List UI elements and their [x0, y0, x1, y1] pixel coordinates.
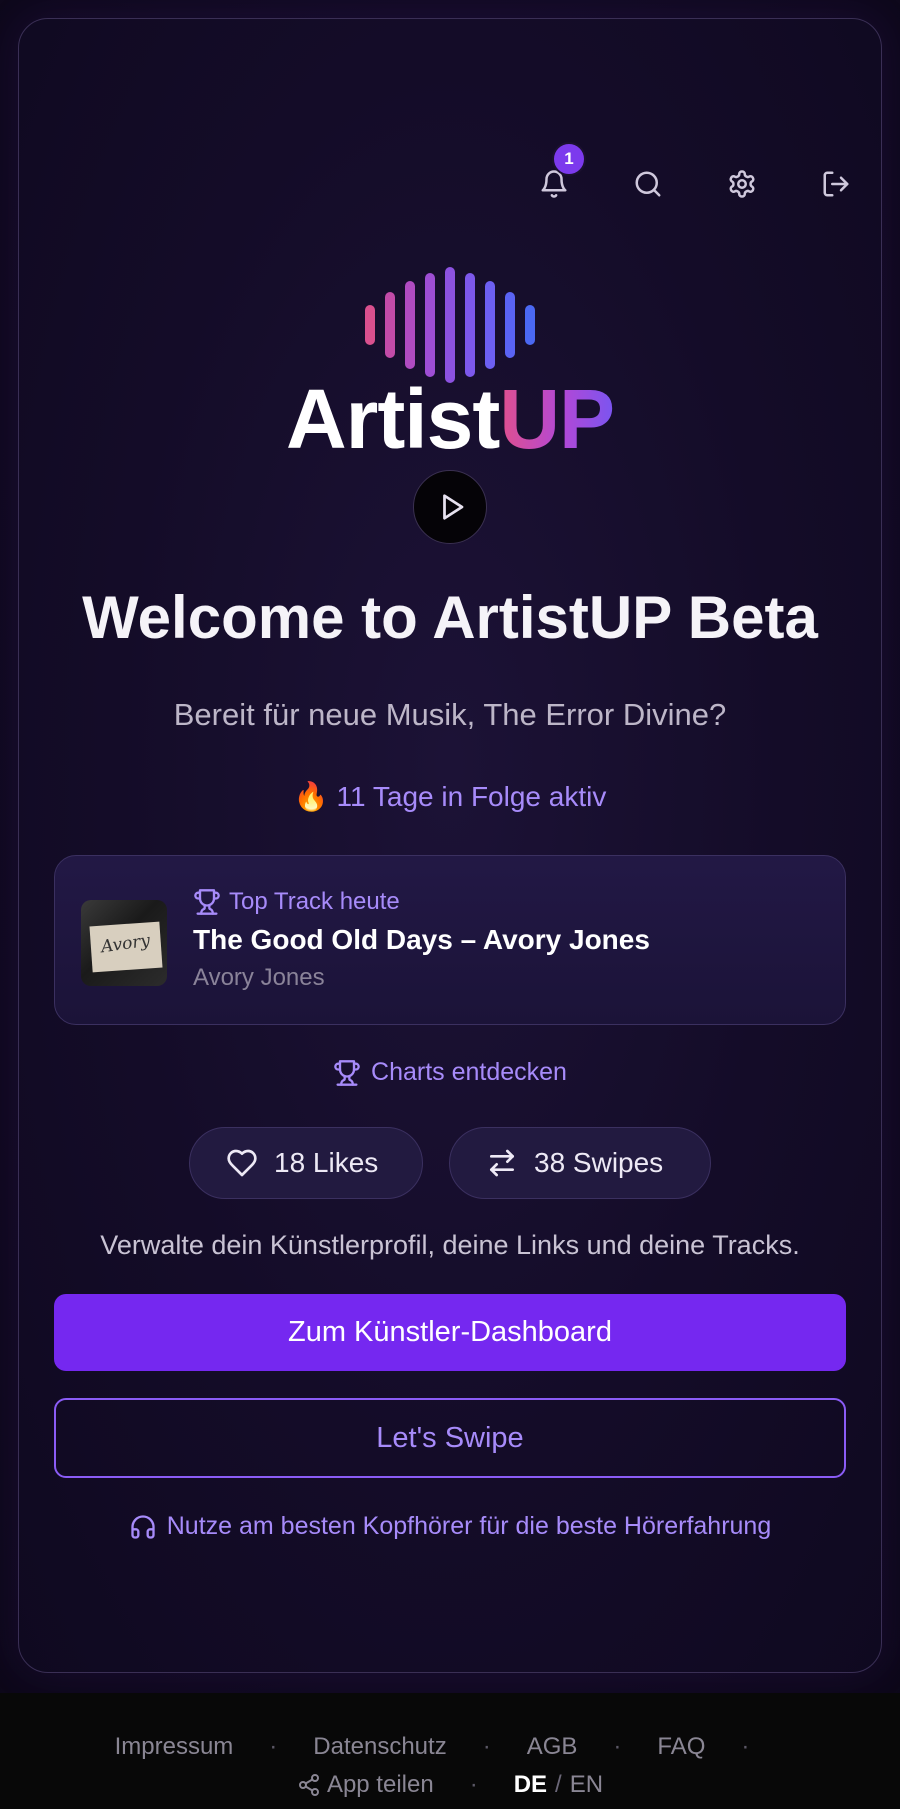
search-button[interactable]: [624, 160, 672, 208]
search-icon: [635, 171, 661, 197]
soundwave-bar: [485, 281, 495, 369]
headphones-hint: Nutze am besten Kopfhörer für die beste …: [0, 1512, 900, 1541]
trophy-icon: [194, 889, 220, 915]
logo-text-artist: Artist: [285, 372, 500, 466]
track-meta: Top Track heute The Good Old Days – Avor…: [193, 888, 650, 992]
arrows-swap-icon: [490, 1149, 514, 1177]
track-artist: Avory Jones: [193, 964, 325, 991]
footer-separator: ·: [469, 1771, 478, 1798]
soundwave-bar: [405, 281, 415, 369]
likes-label: 18 Likes: [274, 1147, 379, 1178]
soundwave-bar: [525, 305, 535, 345]
top-track-label-text: Top Track heute: [229, 888, 400, 915]
swipes-stat-button[interactable]: 38 Swipes: [449, 1127, 711, 1199]
footer-secondary: App teilen · DE / EN: [0, 1771, 900, 1799]
lets-swipe-button[interactable]: Let's Swipe: [54, 1398, 846, 1478]
trophy-icon: [334, 1059, 360, 1086]
manage-profile-text: Verwalte dein Künstlerprofil, deine Link…: [100, 1230, 800, 1260]
share-icon: [298, 1774, 319, 1796]
footer-separator: ·: [269, 1733, 278, 1760]
swipes-label: 38 Swipes: [534, 1147, 664, 1178]
headphones-hint-text: Nutze am besten Kopfhörer für die beste …: [166, 1512, 772, 1540]
settings-button[interactable]: [718, 160, 766, 208]
footer-separator: ·: [482, 1733, 491, 1760]
soundwave-bar: [465, 273, 475, 377]
footer-link-impressum[interactable]: Impressum: [115, 1733, 234, 1761]
top-track-label: Top Track heute: [193, 888, 650, 916]
soundwave-logo-mark: [0, 265, 900, 385]
play-icon: [443, 494, 464, 520]
soundwave-bar: [425, 273, 435, 377]
stats-row: 18 Likes 38 Swipes: [0, 1127, 900, 1199]
likes-stat-button[interactable]: 18 Likes: [189, 1127, 423, 1199]
footer-link-agb[interactable]: AGB: [527, 1733, 578, 1761]
gear-icon: [729, 170, 755, 198]
logo-text-up: UP: [499, 372, 615, 466]
welcome-subtitle: Bereit für neue Musik, The Error Divine?: [173, 697, 727, 732]
footer-link-faq[interactable]: FAQ: [657, 1733, 705, 1761]
logout-button[interactable]: [812, 160, 860, 208]
footer-links: Impressum · Datenschutz · AGB · FAQ ·: [0, 1733, 900, 1761]
logo-wordmark: ArtistUP: [0, 377, 900, 461]
soundwave-bar: [445, 267, 455, 383]
charts-link-label: Charts entdecken: [371, 1058, 567, 1086]
play-intro-button[interactable]: [413, 470, 487, 544]
language-divider: /: [555, 1771, 562, 1798]
activity-streak: 🔥 11 Tage in Folge aktiv: [0, 780, 900, 813]
headphones-icon: [131, 1514, 155, 1539]
footer-link-datenschutz[interactable]: Datenschutz: [313, 1733, 446, 1761]
heart-icon: [227, 1149, 257, 1177]
notification-badge: 1: [552, 142, 586, 176]
share-app-link[interactable]: App teilen: [297, 1771, 434, 1799]
language-en[interactable]: EN: [570, 1771, 603, 1799]
top-track-card[interactable]: Avory Top Track heute The Good Old Days …: [54, 855, 846, 1025]
charts-link[interactable]: Charts entdecken: [0, 1058, 900, 1087]
logout-icon: [823, 171, 849, 197]
share-app-label: App teilen: [326, 1771, 434, 1798]
fire-icon: 🔥: [293, 781, 329, 812]
footer: Impressum · Datenschutz · AGB · FAQ · Ap…: [0, 1693, 900, 1809]
artist-dashboard-button[interactable]: Zum Künstler-Dashboard: [54, 1294, 846, 1371]
notifications-button[interactable]: 1: [530, 142, 586, 208]
streak-text: 11 Tage in Folge aktiv: [336, 781, 607, 812]
footer-separator: ·: [613, 1733, 622, 1760]
soundwave-bar: [385, 292, 395, 358]
welcome-title: Welcome to ArtistUP Beta: [82, 584, 818, 651]
top-toolbar: 1: [530, 142, 860, 208]
soundwave-bar: [505, 292, 515, 358]
language-de[interactable]: DE: [514, 1771, 547, 1799]
track-title: The Good Old Days – Avory Jones: [193, 924, 650, 955]
track-cover-image: Avory: [81, 900, 167, 986]
footer-separator: ·: [741, 1733, 750, 1760]
artistup-logo: ArtistUP: [0, 265, 900, 461]
soundwave-bar: [365, 305, 375, 345]
